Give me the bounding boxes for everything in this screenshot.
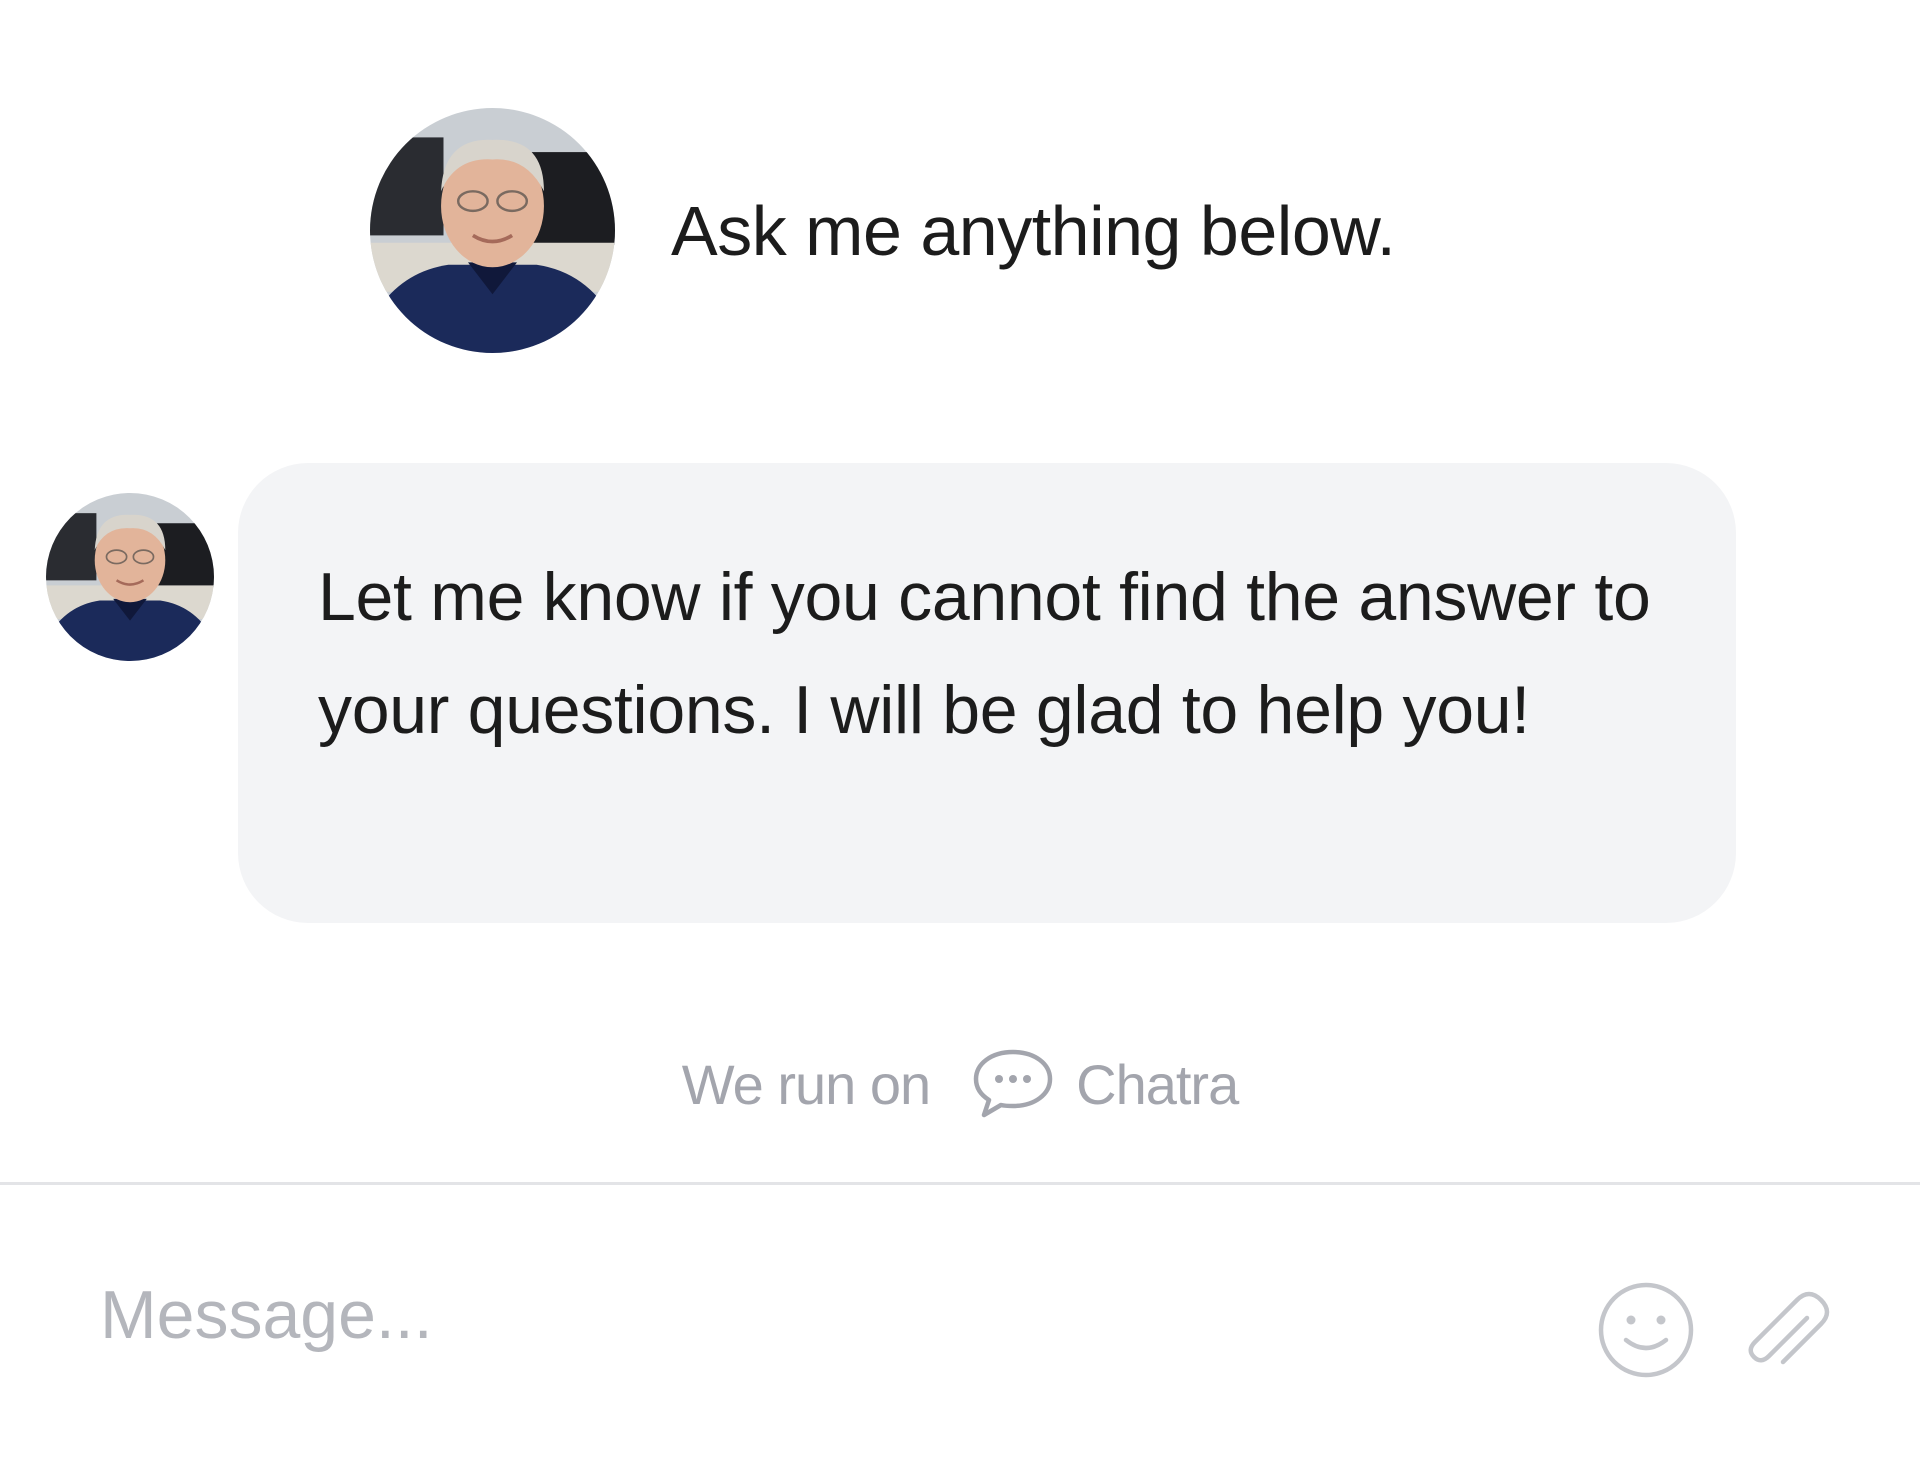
agent-avatar: [370, 108, 615, 353]
message-avatar: [46, 493, 214, 661]
greeting-text: Ask me anything below.: [671, 191, 1396, 270]
paperclip-icon: [1748, 1291, 1830, 1365]
message-input[interactable]: [100, 1265, 1550, 1365]
powered-by[interactable]: We run on Chatra: [0, 1048, 1920, 1120]
chat-widget: Ask me anything below. Let me know if yo…: [0, 0, 1920, 1459]
smiley-icon: [1598, 1282, 1694, 1378]
message-row: [46, 463, 214, 661]
composer: [0, 1185, 1920, 1459]
message-text: Let me know if you cannot find the answe…: [318, 559, 1651, 748]
attach-button[interactable]: [1733, 1278, 1837, 1382]
chat-bubble-icon: [970, 1047, 1056, 1121]
emoji-button[interactable]: [1594, 1278, 1698, 1382]
message-bubble: Let me know if you cannot find the answe…: [238, 463, 1736, 923]
powered-by-prefix: We run on: [681, 1052, 931, 1116]
brand-name: Chatra: [1076, 1052, 1239, 1116]
chat-header: Ask me anything below.: [370, 108, 1396, 353]
